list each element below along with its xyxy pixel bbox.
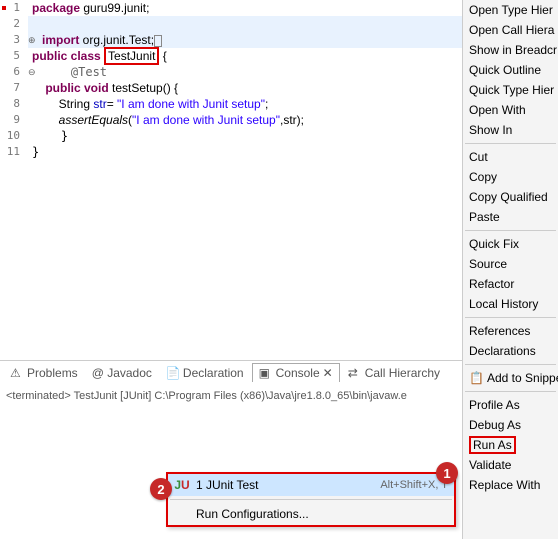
tab-javadoc[interactable]: @ Javadoc bbox=[86, 364, 158, 382]
classname-highlight: TestJunit bbox=[104, 47, 159, 65]
tab-problems[interactable]: ⚠Problems bbox=[4, 364, 84, 382]
context-menu: Open Type Hier Open Call Hiera Show in B… bbox=[462, 0, 558, 539]
menu-quick-outline[interactable]: Quick Outline bbox=[463, 60, 558, 80]
line-number: 5 bbox=[0, 48, 28, 64]
menu-show-breadcrumb[interactable]: Show in Breadcr bbox=[463, 40, 558, 60]
menu-profile-as[interactable]: Profile As bbox=[463, 395, 558, 415]
runas-highlight: Run As bbox=[469, 436, 516, 454]
blank-icon bbox=[174, 506, 190, 522]
line-number: 3 bbox=[0, 32, 28, 48]
menu-add-snippets[interactable]: 📋Add to Snippets bbox=[463, 368, 558, 388]
code-line: } bbox=[28, 128, 68, 144]
line-number: 7 bbox=[0, 80, 28, 96]
console-icon: ▣ bbox=[259, 366, 273, 380]
menu-cut[interactable]: Cut bbox=[463, 147, 558, 167]
console-status: <terminated> TestJunit [JUnit] C:\Progra… bbox=[0, 386, 462, 406]
collapse-icon[interactable]: ⊖ bbox=[28, 64, 36, 80]
menu-separator bbox=[465, 391, 556, 392]
menu-debug-as[interactable]: Debug As bbox=[463, 415, 558, 435]
line-number: 8 bbox=[0, 96, 28, 112]
menu-copy-qualified[interactable]: Copy Qualified bbox=[463, 187, 558, 207]
code-line: public void testSetup() { bbox=[28, 80, 178, 96]
menu-declarations[interactable]: Declarations bbox=[463, 341, 558, 361]
submenu-run-configurations[interactable]: Run Configurations... bbox=[168, 503, 454, 525]
code-line: } bbox=[28, 144, 39, 160]
line-number: 2 bbox=[0, 16, 28, 32]
menu-local-history[interactable]: Local History bbox=[463, 294, 558, 314]
menu-references[interactable]: References bbox=[463, 321, 558, 341]
bottom-tabs: ⚠Problems @ Javadoc 📄Declaration ▣Consol… bbox=[0, 360, 462, 384]
declaration-icon: 📄 bbox=[166, 366, 180, 380]
line-number: 9 bbox=[0, 112, 28, 128]
code-editor[interactable]: 1package guru99.junit; 2 3⊕import org.ju… bbox=[0, 0, 462, 355]
code-line: package guru99.junit; bbox=[28, 0, 149, 16]
code-line: String str= "I am done with Junit setup"… bbox=[28, 96, 268, 112]
menu-copy[interactable]: Copy bbox=[463, 167, 558, 187]
code-line: @Test bbox=[28, 64, 107, 80]
menu-separator bbox=[170, 499, 452, 500]
line-number: 10 bbox=[0, 128, 28, 144]
code-line: public class TestJunit { bbox=[28, 48, 167, 64]
callout-1: 1 bbox=[436, 462, 458, 484]
menu-run-as[interactable]: Run As bbox=[463, 435, 558, 455]
menu-quick-fix[interactable]: Quick Fix bbox=[463, 234, 558, 254]
line-number: 11 bbox=[0, 144, 28, 160]
tab-call-hierarchy[interactable]: ⇄Call Hierarchy bbox=[342, 364, 446, 382]
expand-icon[interactable]: ⊕ bbox=[28, 32, 36, 48]
callout-2: 2 bbox=[150, 478, 172, 500]
code-line: import org.junit.Test; bbox=[28, 32, 162, 48]
problems-icon: ⚠ bbox=[10, 366, 24, 380]
submenu-junit-test[interactable]: JU 1 JUnit Test Alt+Shift+X, T bbox=[168, 474, 454, 496]
menu-quick-type-hierarchy[interactable]: Quick Type Hier bbox=[463, 80, 558, 100]
menu-validate[interactable]: Validate bbox=[463, 455, 558, 475]
menu-source[interactable]: Source bbox=[463, 254, 558, 274]
menu-separator bbox=[465, 230, 556, 231]
menu-replace-with[interactable]: Replace With bbox=[463, 475, 558, 495]
menu-open-type-hierarchy[interactable]: Open Type Hier bbox=[463, 0, 558, 20]
menu-refactor[interactable]: Refactor bbox=[463, 274, 558, 294]
menu-show-in[interactable]: Show In bbox=[463, 120, 558, 140]
menu-paste[interactable]: Paste bbox=[463, 207, 558, 227]
tab-console[interactable]: ▣Console ✕ bbox=[252, 363, 340, 382]
menu-open-with[interactable]: Open With bbox=[463, 100, 558, 120]
tab-declaration[interactable]: 📄Declaration bbox=[160, 364, 250, 382]
menu-separator bbox=[465, 364, 556, 365]
code-line bbox=[28, 16, 32, 32]
snippet-icon: 📋 bbox=[469, 371, 483, 385]
menu-open-call-hierarchy[interactable]: Open Call Hiera bbox=[463, 20, 558, 40]
callhier-icon: ⇄ bbox=[348, 366, 362, 380]
line-number: 6 bbox=[0, 64, 28, 80]
menu-separator bbox=[465, 143, 556, 144]
menu-separator bbox=[465, 317, 556, 318]
run-as-submenu: JU 1 JUnit Test Alt+Shift+X, T Run Confi… bbox=[166, 472, 456, 527]
code-line: assertEquals("I am done with Junit setup… bbox=[28, 112, 304, 128]
junit-icon: JU bbox=[174, 477, 190, 493]
